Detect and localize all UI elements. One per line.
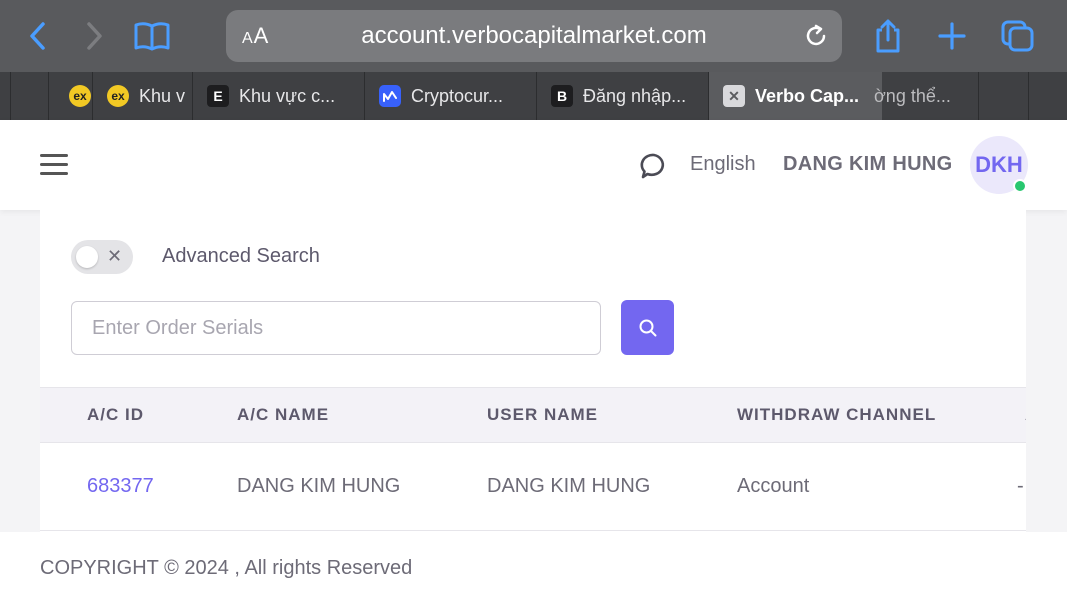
tab-label: Đăng nhập... <box>583 85 687 106</box>
column-header-withdraw-channel[interactable]: WITHDRAW CHANNEL <box>737 405 936 425</box>
tab-label: Cryptocur... <box>411 85 504 106</box>
browser-tab[interactable]: Cryptocur... <box>364 72 536 120</box>
browser-tab-active[interactable]: ✕ Verbo Cap... <box>708 72 882 120</box>
browser-tab[interactable]: ờng thể... <box>870 72 978 120</box>
next-column-cell: - <box>1017 475 1024 497</box>
b-favicon-icon: B <box>551 85 573 107</box>
order-serial-search-input[interactable] <box>71 301 601 355</box>
withdraw-card: ✕ Advanced Search A/C ID A/C NAME USER N… <box>40 210 1026 532</box>
share-icon[interactable] <box>868 16 908 56</box>
browser-tab[interactable]: ex <box>48 72 92 120</box>
ac-name-cell: DANG KIM HUNG <box>237 475 401 497</box>
browser-tab[interactable] <box>1028 72 1067 120</box>
toggle-knob <box>76 246 98 268</box>
address-bar[interactable]: AA account.verbocapitalmarket.com <box>226 10 842 62</box>
book-icon[interactable] <box>132 16 172 56</box>
search-icon <box>639 319 656 336</box>
column-header-user-name[interactable]: USER NAME <box>487 405 598 425</box>
reload-icon[interactable] <box>802 22 830 50</box>
table-row: 683377 DANG KIM HUNG DANG KIM HUNG Accou… <box>40 443 1026 531</box>
advanced-search-label: Advanced Search <box>162 245 320 267</box>
column-header-ac-id[interactable]: A/C ID <box>87 405 144 425</box>
chevron-left-icon[interactable] <box>18 16 58 56</box>
browser-tab[interactable]: E Khu vực c... <box>192 72 364 120</box>
browser-tab[interactable]: B Đăng nhập... <box>536 72 708 120</box>
browser-tab[interactable] <box>978 72 1028 120</box>
online-status-dot <box>1013 179 1027 193</box>
coinmarketcap-favicon-icon <box>379 85 401 107</box>
column-header-ac-name[interactable]: A/C NAME <box>237 405 329 425</box>
browser-tab[interactable] <box>10 72 48 120</box>
user-name[interactable]: DANG KIM HUNG <box>783 153 952 176</box>
page-footer: COPYRIGHT © 2024 , All rights Reserved <box>0 532 1067 600</box>
copyright-text: COPYRIGHT © 2024 , All rights Reserved <box>40 557 413 579</box>
url-text[interactable]: account.verbocapitalmarket.com <box>226 22 842 50</box>
exness-favicon-icon: ex <box>69 85 91 107</box>
browser-toolbar: AA account.verbocapitalmarket.com <box>0 0 1067 72</box>
close-icon: ✕ <box>107 246 123 266</box>
tab-label: ờng thể... <box>874 85 951 106</box>
table-header: A/C ID A/C NAME USER NAME WITHDRAW CHANN… <box>40 387 1026 443</box>
close-tab-icon[interactable]: ✕ <box>723 85 745 107</box>
hamburger-menu-icon[interactable] <box>40 154 68 176</box>
tab-label: Verbo Cap... <box>755 85 860 106</box>
plus-icon[interactable] <box>932 16 972 56</box>
advanced-search-toggle[interactable]: ✕ <box>71 240 133 274</box>
search-button[interactable] <box>621 300 674 355</box>
tab-strip: ex ex Khu v E Khu vực c... Cryptocur... … <box>0 72 1067 120</box>
user-name-cell: DANG KIM HUNG <box>487 475 651 497</box>
chevron-right-icon[interactable] <box>74 16 114 56</box>
language-selector[interactable]: English <box>690 153 756 176</box>
tabs-overview-icon[interactable] <box>998 16 1038 56</box>
withdraw-channel-cell: Account <box>737 475 810 497</box>
browser-tab[interactable]: ex Khu v <box>92 72 192 120</box>
chat-bubble-icon[interactable] <box>638 150 670 182</box>
exness-favicon-icon: ex <box>107 85 129 107</box>
withdraw-table: A/C ID A/C NAME USER NAME WITHDRAW CHANN… <box>40 387 1026 531</box>
column-header-next[interactable]: A <box>1025 405 1026 425</box>
tab-label: Khu v <box>139 85 186 106</box>
e-favicon-icon: E <box>207 85 229 107</box>
tab-label: Khu vực c... <box>239 85 336 106</box>
ac-id-link[interactable]: 683377 <box>87 475 154 498</box>
app-header: English DANG KIM HUNG DKH <box>0 120 1067 210</box>
